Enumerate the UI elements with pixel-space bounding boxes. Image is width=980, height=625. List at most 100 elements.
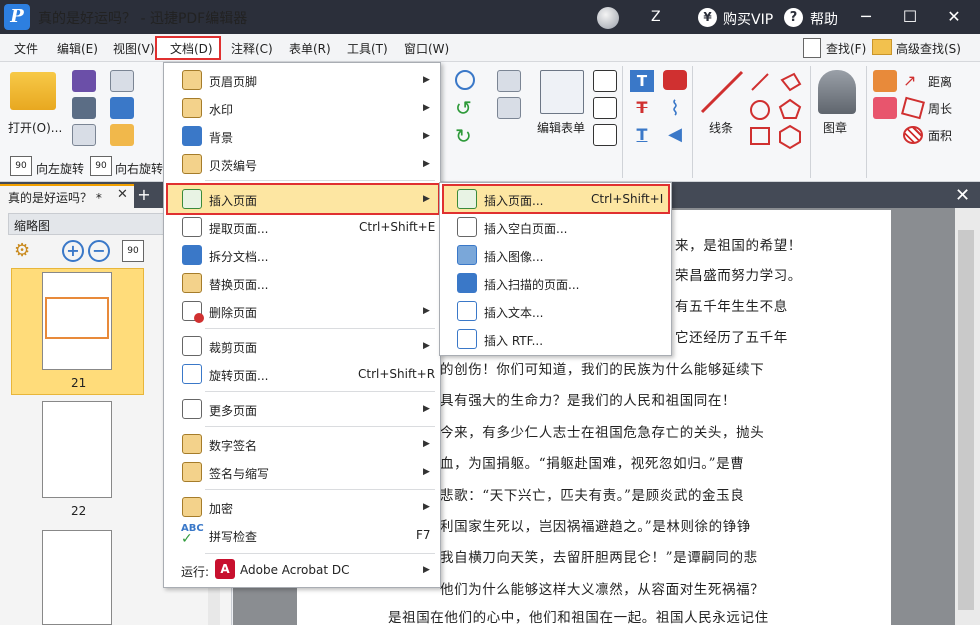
stamp-icon[interactable] [818,70,856,114]
distance-icon[interactable]: ↗ [903,72,923,90]
submenu-insert-page[interactable]: 插入页面... [484,192,543,209]
edit-form-button[interactable]: 编辑表单 [537,119,585,136]
perimeter-button[interactable]: 周长 [928,100,952,117]
menu-item-digital-signature[interactable]: 数字签名 [209,437,257,454]
document-tab-label[interactable]: 真的是好运吗？ * [8,189,102,206]
attach-file-icon[interactable]: ⌇ [663,97,687,119]
add-text-icon[interactable] [497,97,521,119]
save-icon[interactable] [72,70,96,92]
close-window-icon[interactable]: ✕ [939,5,969,29]
find-icon[interactable] [803,38,821,58]
shape-tools-icon[interactable] [748,70,808,150]
menu-item-extract-page[interactable]: 提取页面... [209,220,268,237]
rotate-right-icon[interactable]: 90 [90,156,112,176]
area-button[interactable]: 面积 [928,127,952,144]
menu-document[interactable]: 文档(D) [170,40,213,57]
maximize-icon[interactable]: ☐ [895,5,925,29]
close-document-icon[interactable]: ✕ [955,185,970,206]
thumbnail-zoom-in-icon[interactable]: + [62,240,84,262]
buy-vip-button[interactable]: 购买VIP [723,9,773,29]
advanced-find-icon[interactable] [872,39,892,55]
user-name[interactable]: Z [651,9,661,25]
menu-item-more-pages[interactable]: 更多页面 [209,402,257,419]
zoom-in-icon[interactable] [455,70,475,90]
help-icon[interactable]: ? [784,8,803,27]
typewriter-icon[interactable]: T [630,70,654,92]
text-box-icon[interactable] [593,97,617,119]
menu-item-background[interactable]: 背景 [209,129,233,146]
menu-tools[interactable]: 工具(T) [347,40,388,57]
minimize-icon[interactable]: ─ [851,5,881,29]
new-document-icon[interactable] [110,124,134,146]
menu-item-delete-page[interactable]: 删除页面 [209,304,257,321]
thumbnail-settings-icon[interactable]: ⚙ [14,241,36,261]
scan-icon[interactable] [110,97,134,119]
line-tool-button[interactable]: 线条 [709,119,733,136]
menu-item-spell-check[interactable]: 拼写检查 [209,528,257,545]
menu-view[interactable]: 视图(V) [113,40,155,57]
menu-item-signature-initials[interactable]: 签名与缩写 [209,465,269,482]
image-field-icon[interactable] [593,124,617,146]
edit-text-icon[interactable] [497,70,521,92]
menu-item-run-acrobat[interactable]: Adobe Acrobat DC [240,563,350,577]
menu-item-rotate-page[interactable]: 旋转页面... [209,367,268,384]
submenu-insert-text[interactable]: 插入文本... [484,304,543,321]
submenu-arrow-icon: ▶ [423,467,430,477]
page-thumbnail[interactable] [42,272,112,370]
page-thumbnail[interactable] [42,530,112,625]
document-icon[interactable] [72,124,96,146]
shortcut-rotate-page: Ctrl+Shift+R [358,367,436,381]
rotate-right-button[interactable]: 向右旋转 [115,160,163,177]
open-folder-icon[interactable] [10,72,56,110]
user-avatar[interactable] [597,7,619,29]
menu-item-replace-page[interactable]: 替换页面... [209,276,268,293]
submenu-insert-rtf[interactable]: 插入 RTF... [484,332,543,349]
thumbnail-zoom-out-icon[interactable]: − [88,240,110,262]
print-icon[interactable] [72,97,96,119]
menu-item-bates-number[interactable]: 贝茨编号 [209,157,257,174]
thumbnail-rotate-icon[interactable]: 90 [122,240,144,262]
delete-page-icon [182,301,204,323]
redo-icon[interactable]: ↻ [455,126,475,146]
menu-edit[interactable]: 编辑(E) [57,40,98,57]
comment-icon[interactable] [663,70,687,90]
insert-scanned-page-icon [457,273,477,293]
open-button[interactable]: 打开(O)... [8,119,62,136]
strikeout-icon[interactable]: T [630,97,654,119]
stamp-button[interactable]: 图章 [823,119,847,136]
submenu-insert-scanned-page[interactable]: 插入扫描的页面... [484,276,579,293]
underline-icon[interactable]: T [630,124,654,146]
menu-item-split-document[interactable]: 拆分文档... [209,248,268,265]
find-button[interactable]: 查找(F) [826,40,866,57]
menu-annotate[interactable]: 注释(C) [231,40,273,57]
line-tool-icon[interactable] [698,68,746,116]
advanced-find-button[interactable]: 高级查找(S) [896,40,961,57]
submenu-insert-image[interactable]: 插入图像... [484,248,543,265]
email-icon[interactable] [110,70,134,92]
text-field-icon[interactable] [593,70,617,92]
submenu-insert-blank-page[interactable]: 插入空白页面... [484,220,567,237]
page-thumbnail[interactable] [42,401,112,498]
menu-item-watermark[interactable]: 水印 [209,101,233,118]
eraser-icon[interactable] [873,97,897,119]
menu-item-encrypt[interactable]: 加密 [209,500,233,517]
menu-window[interactable]: 窗口(W) [404,40,449,57]
document-scrollbar-thumb[interactable] [958,230,974,610]
vip-yen-icon[interactable]: ¥ [698,8,717,27]
menu-file[interactable]: 文件 [14,40,38,57]
close-tab-icon[interactable]: ✕ [117,187,128,202]
menu-form[interactable]: 表单(R) [289,40,331,57]
menu-item-insert-page[interactable]: 插入页面 [209,192,257,209]
pencil-icon[interactable] [873,70,897,92]
menu-item-header-footer[interactable]: 页眉页脚 [209,73,257,90]
edit-form-icon[interactable] [540,70,584,114]
distance-button[interactable]: 距离 [928,73,952,90]
area-icon[interactable] [903,126,923,144]
sound-icon[interactable]: ◀ [663,124,687,146]
menu-item-crop-page[interactable]: 裁剪页面 [209,339,257,356]
rotate-left-button[interactable]: 向左旋转 [36,160,84,177]
undo-icon[interactable]: ↺ [455,98,475,118]
help-button[interactable]: 帮助 [810,9,838,29]
new-tab-icon[interactable]: + [135,186,153,204]
rotate-left-icon[interactable]: 90 [10,156,32,176]
